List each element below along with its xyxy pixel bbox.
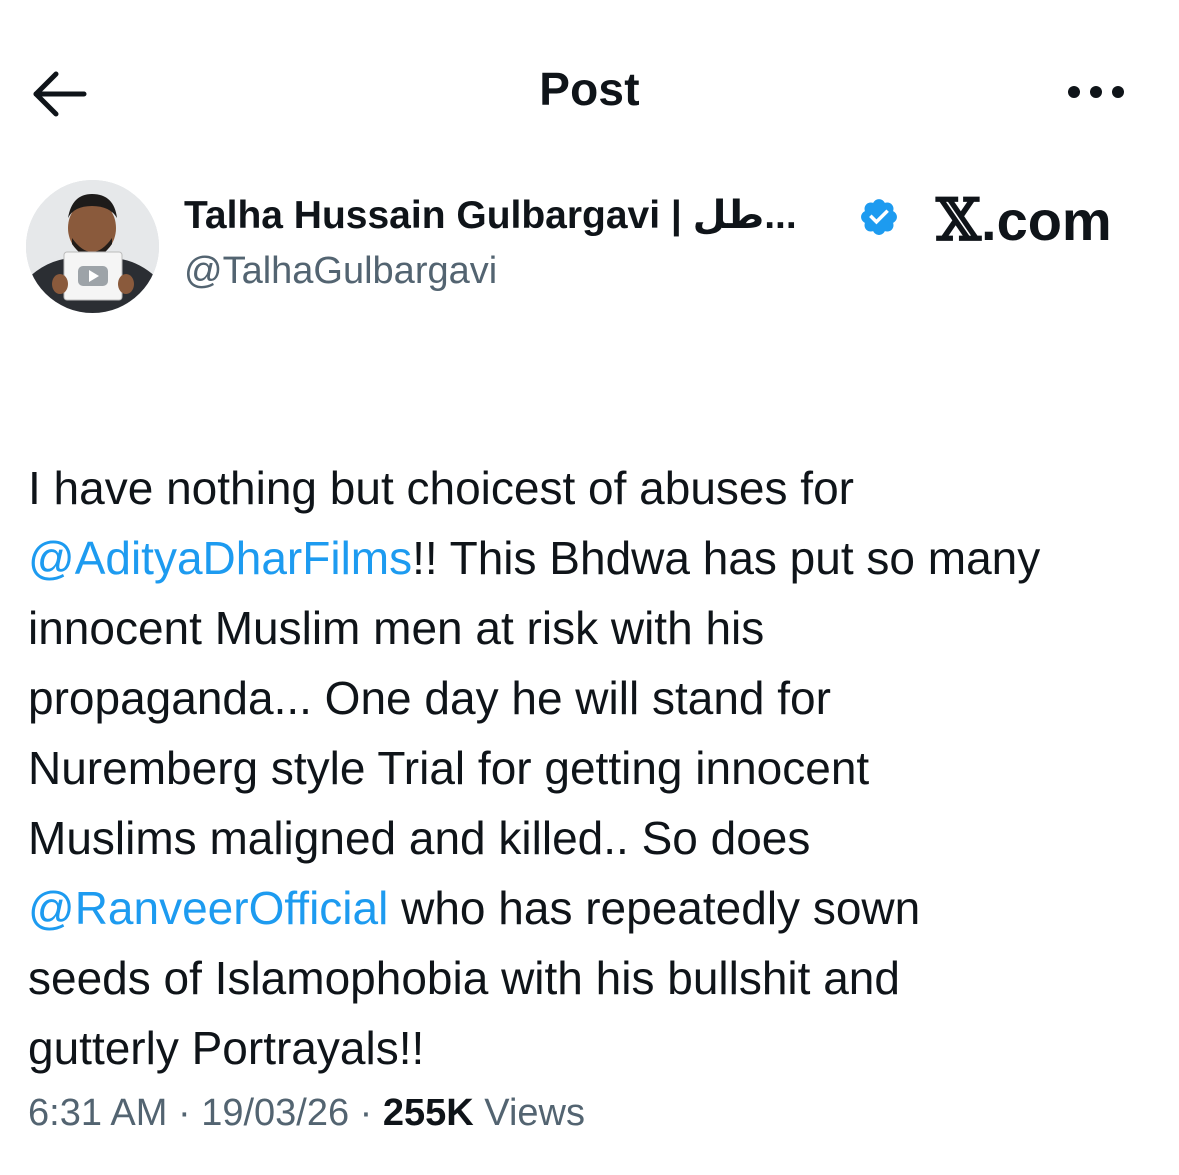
meta-separator: ·: [167, 1092, 202, 1134]
author-display-name[interactable]: Talha Hussain Gulbargavi | طل...: [184, 193, 797, 238]
views-count: 255K: [382, 1092, 474, 1134]
verified-badge-icon: [861, 199, 897, 235]
watermark-text: .com: [981, 189, 1112, 252]
post-metadata: 6:31 AM · 19/03/26 · 255K Views: [28, 1092, 585, 1135]
post-time[interactable]: 6:31 AM: [28, 1092, 167, 1134]
avatar[interactable]: [26, 180, 159, 313]
x-logo-icon: 𝕏: [936, 186, 982, 254]
views-label: Views: [473, 1092, 585, 1134]
mention-link[interactable]: @AdityaDharFilms: [28, 532, 412, 584]
top-bar: Post: [0, 0, 1179, 180]
avatar-image: [26, 180, 159, 313]
post-text: I have nothing but choicest of abuses fo…: [28, 383, 1158, 1083]
site-watermark: 𝕏.com: [936, 186, 1112, 254]
post-date[interactable]: 19/03/26: [201, 1092, 349, 1134]
mention-link[interactable]: @RanveerOfficial: [28, 882, 388, 934]
meta-separator: ·: [349, 1092, 383, 1134]
more-options-button[interactable]: [1064, 78, 1128, 108]
post-text-segment: I have nothing but choicest of abuses fo…: [28, 462, 854, 514]
more-horizontal-icon: [1068, 86, 1080, 98]
author-handle[interactable]: @TalhaGulbargavi: [184, 250, 497, 293]
page-title: Post: [539, 63, 640, 115]
